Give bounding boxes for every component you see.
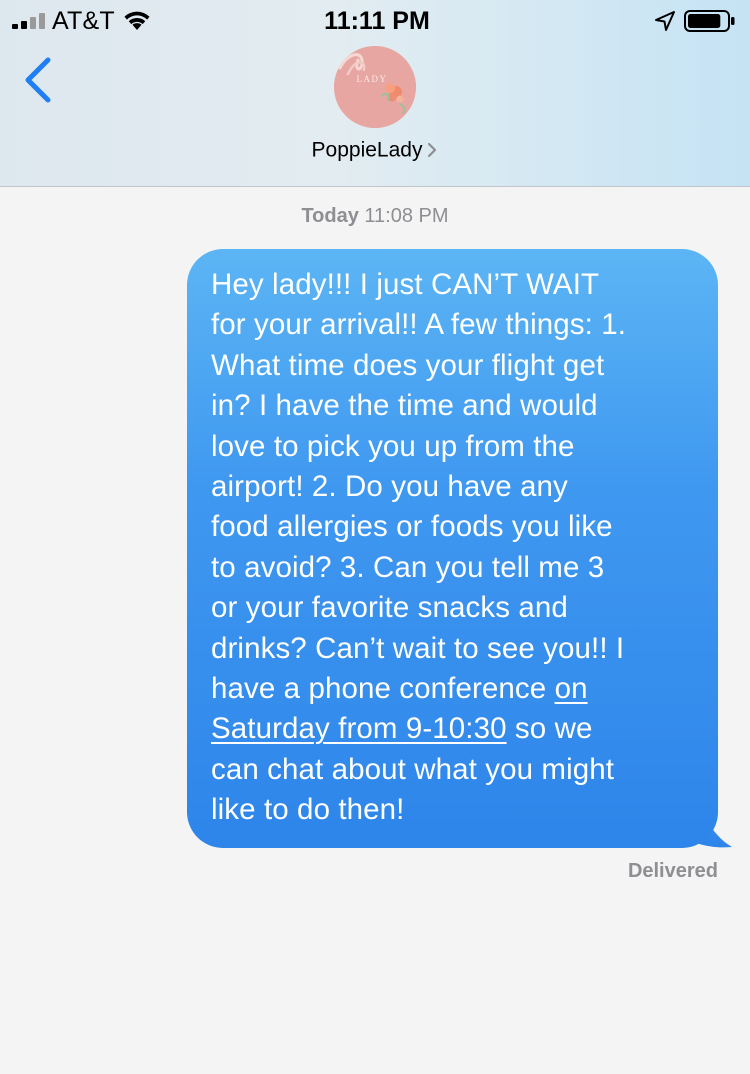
message-bubble-body: Hey lady!!! I just CAN’T WAIT for your ar…: [187, 249, 718, 848]
conversation-header: AT&T 11:11 PM LADY PoppieLady: [0, 0, 750, 187]
message-line: to avoid? 3. Can you tell me 3: [211, 550, 605, 584]
date-link[interactable]: on: [555, 672, 588, 705]
delivery-status: Delivered: [627, 860, 718, 882]
message-text-segment: have a phone conference: [211, 672, 555, 706]
back-chevron-icon[interactable]: [20, 56, 56, 104]
date-link[interactable]: Saturday from 9-10:30: [211, 712, 507, 745]
message-line: What time does your flight get: [211, 348, 605, 382]
message-text: Hey lady!!! I just CAN’T WAIT for your ar…: [211, 265, 698, 831]
contact-avatar[interactable]: LADY: [334, 46, 416, 128]
sent-message-bubble[interactable]: Hey lady!!! I just CAN’T WAIT for your ar…: [187, 249, 732, 848]
message-line: Saturday from 9-10:30 so we: [211, 709, 698, 749]
chevron-right-icon: [428, 143, 437, 158]
avatar-floral-logo-icon: LADY: [334, 46, 416, 128]
message-line: for your arrival!! A few things: 1.: [211, 308, 627, 342]
contact-name-button[interactable]: PoppieLady: [0, 138, 750, 162]
message-line: airport! 2. Do you have any: [211, 470, 568, 504]
message-line: Hey lady!!! I just CAN’T WAIT: [211, 268, 600, 301]
timestamp-day: Today: [301, 205, 359, 227]
message-line: or your favorite snacks and: [211, 591, 568, 625]
message-text-segment: so we: [506, 712, 593, 746]
status-bar: AT&T 11:11 PM: [0, 0, 750, 40]
message-line: love to pick you up from the: [211, 429, 575, 463]
message-line: like to do then!: [211, 793, 405, 827]
battery-icon: [684, 10, 735, 32]
timestamp-time: 11:08 PM: [364, 205, 449, 227]
contact-name: PoppieLady: [311, 138, 423, 162]
message-line: can chat about what you might: [211, 752, 615, 786]
location-arrow-icon: [655, 11, 675, 31]
message-line: have a phone conference on: [211, 669, 698, 709]
status-time: 11:11 PM: [324, 7, 430, 35]
svg-text:LADY: LADY: [357, 74, 388, 84]
message-line: food allergies or foods you like: [211, 510, 613, 544]
message-line: drinks? Can’t wait to see you!! I: [211, 631, 625, 665]
message-line: in? I have the time and would: [211, 389, 598, 423]
message-timestamp: Today 11:08 PM: [0, 205, 750, 228]
